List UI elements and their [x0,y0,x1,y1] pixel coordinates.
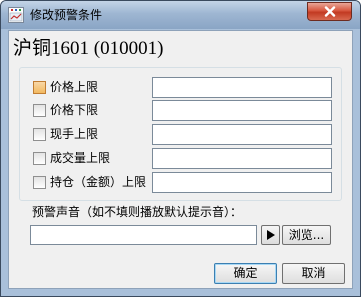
label-price-lower: 价格下限 [50,103,99,117]
label-trade-volume-upper: 成交量上限 [50,151,111,165]
input-position-amount-upper[interactable] [152,172,332,193]
checkbox-position-amount-upper[interactable] [33,176,46,189]
input-trade-volume-upper[interactable] [152,148,332,169]
cancel-button[interactable]: 取消 [282,263,345,284]
input-volume-now-upper[interactable] [152,124,332,145]
play-sound-button[interactable] [261,225,280,245]
ok-button[interactable]: 确定 [214,263,277,284]
checkbox-volume-now-upper[interactable] [33,128,46,141]
close-button[interactable] [307,2,352,21]
input-price-lower[interactable] [152,100,332,121]
play-icon [266,230,275,240]
window-title: 修改预警条件 [30,8,103,22]
label-volume-now-upper: 现手上限 [50,127,99,141]
title-bar[interactable]: 修改预警条件 [1,1,360,29]
input-price-upper[interactable] [152,77,332,98]
app-icon [8,7,24,23]
close-icon [324,6,335,17]
label-price-upper: 价格上限 [50,80,99,94]
sound-label: 预警声音（如不填则播放默认提示音）： [32,205,243,219]
label-position-amount-upper: 持仓（金额）上限 [50,175,147,189]
browse-button[interactable]: 浏览... [282,225,331,245]
instrument-heading: 沪铜1601 (010001) [13,38,164,59]
checkbox-price-upper[interactable] [33,81,46,94]
sound-path-input[interactable] [30,225,257,245]
checkbox-trade-volume-upper[interactable] [33,152,46,165]
checkbox-price-lower[interactable] [33,104,46,117]
